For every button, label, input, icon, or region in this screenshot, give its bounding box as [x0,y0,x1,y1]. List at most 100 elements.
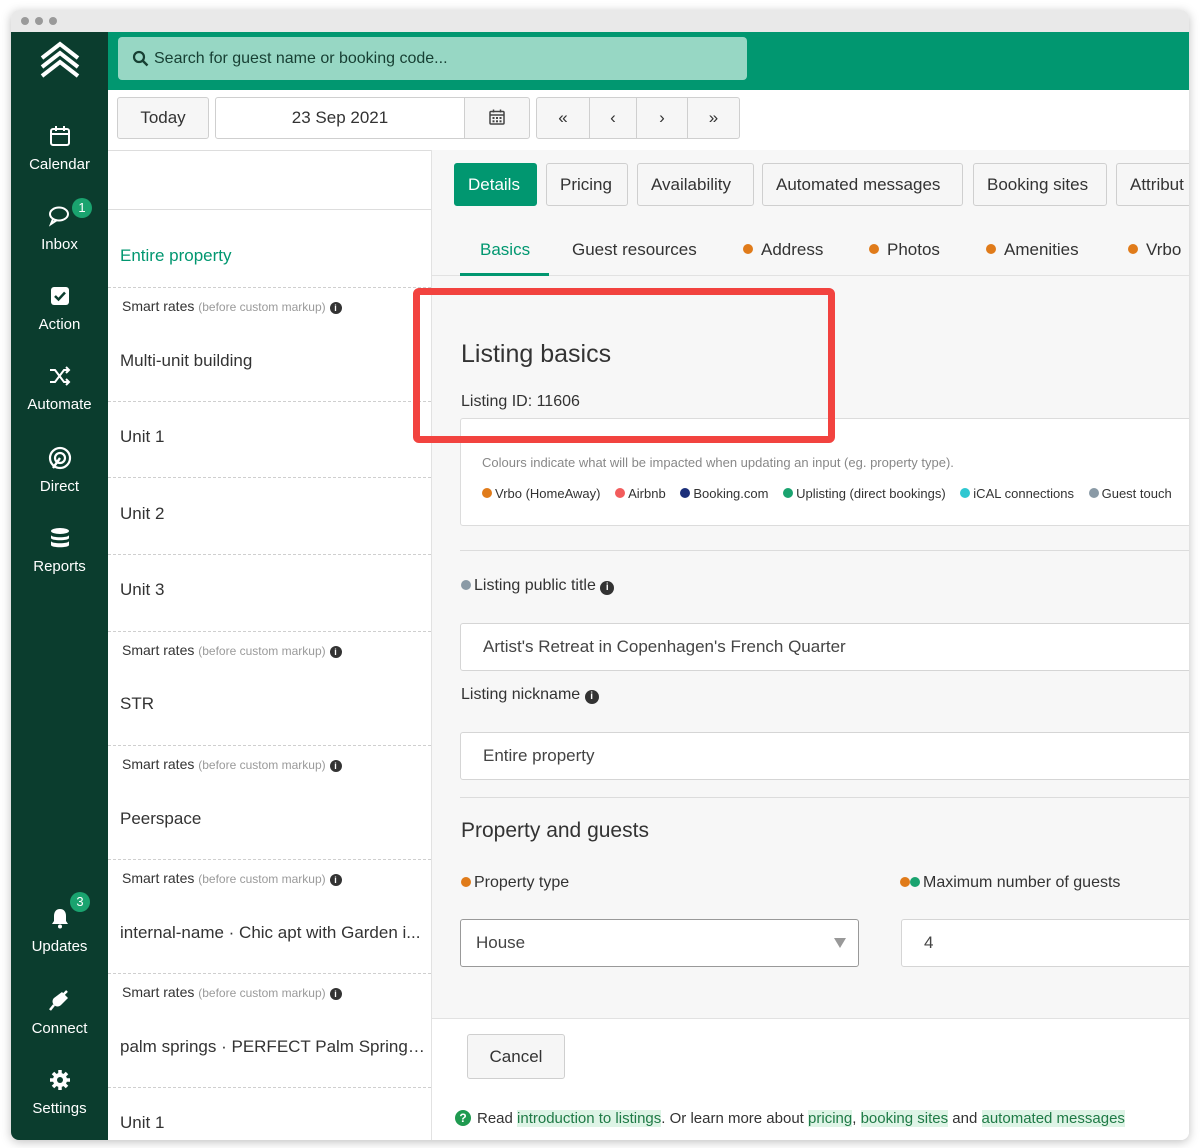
legend-items: Vrbo (HomeAway) Airbnb Booking.com Uplis… [482,486,1183,501]
plug-icon [48,990,68,1011]
smart-rates-row[interactable]: Smart rates (before custom markup) i [108,859,431,895]
pricing-link[interactable]: pricing [808,1110,853,1127]
divider [108,401,431,402]
list-item[interactable]: Multi-unit building [108,346,431,376]
subtab-label: Vrbo [1146,240,1182,259]
subtab-photos[interactable]: Photos [869,240,940,260]
help-icon: ? [455,1110,471,1126]
listing-detail-panel: Details Pricing Availability Automated m… [431,150,1189,1140]
sidebar-item-settings[interactable]: Settings [11,1068,108,1117]
sidebar-item-connect[interactable]: Connect [11,988,108,1037]
intro-link[interactable]: introduction to listings [517,1110,662,1127]
smart-rates-note: (before custom markup) [198,758,326,772]
legend-item: Vrbo (HomeAway) [482,486,600,501]
tab-details[interactable]: Details [454,163,537,206]
subtab-label: Amenities [1004,240,1079,259]
tab-pricing[interactable]: Pricing [546,163,628,206]
max-guests-field[interactable]: 4 [901,919,1189,967]
chevron-down-icon [834,938,846,948]
automated-messages-link[interactable]: automated messages [981,1110,1125,1127]
inbox-count-badge: 1 [72,198,92,218]
sidebar-item-calendar[interactable]: Calendar [11,124,108,173]
sidebar-item-label: Inbox [41,236,78,253]
sidebar-item-label: Automate [27,396,92,413]
window-titlebar [11,10,1189,32]
nickname-field[interactable]: Entire property [460,732,1189,780]
search-placeholder: Search for guest name or booking code... [154,50,448,67]
smart-rates-note: (before custom markup) [198,986,326,1000]
sidebar-item-automate[interactable]: Automate [11,364,108,413]
smart-rates-row[interactable]: Smart rates (before custom markup) i [108,973,431,1009]
list-item[interactable]: Peerspace [108,804,431,834]
help-prefix: Read [477,1110,513,1127]
sidebar-item-inbox[interactable]: Inbox 1 [11,198,108,253]
help-and: and [952,1110,978,1127]
subtab-amenities[interactable]: Amenities [986,240,1079,260]
updates-count-badge: 3 [70,892,90,912]
sidebar-item-updates[interactable]: Updates 3 [11,892,108,955]
sidebar-item-label: Direct [39,478,80,495]
legend-label: Uplisting (direct bookings) [796,486,946,501]
list-item[interactable]: STR [108,689,431,719]
sidebar-item-direct[interactable]: Direct [11,446,108,495]
sidebar-item-action[interactable]: Action [11,284,108,333]
cancel-button[interactable]: Cancel [467,1034,565,1079]
first-page-button[interactable]: « [536,97,590,139]
legend-dot [680,488,691,498]
max-guests-label: Maximum number of guests [900,874,1120,892]
public-title-field[interactable]: Artist's Retreat in Copenhagen's French … [460,623,1189,671]
divider [108,209,431,210]
status-dot [986,244,996,254]
status-dot [461,580,471,590]
legend-dot [615,488,626,498]
legend-item: Booking.com [680,486,768,501]
last-page-button[interactable]: » [687,97,740,139]
legend-dot [783,488,794,498]
property-type-select[interactable]: House [460,919,859,967]
divider [108,1087,431,1088]
logo-icon[interactable] [39,40,81,80]
search-input[interactable]: Search for guest name or booking code... [118,37,747,80]
date-picker-button[interactable] [464,97,530,139]
app-window: Calendar Inbox 1 Action Automate Direct … [11,10,1189,1140]
select-value: House [476,933,526,952]
booking-sites-link[interactable]: booking sites [860,1110,949,1127]
subtab-address[interactable]: Address [743,240,823,260]
public-title-label: Listing public title i [461,577,615,595]
help-mid: . Or learn more about [661,1110,804,1127]
entire-property-link[interactable]: Entire property [108,241,431,271]
list-item[interactable]: Unit 2 [108,499,431,529]
section-title: Property and guests [461,819,649,842]
prev-button[interactable]: ‹ [589,97,637,139]
date-input[interactable]: 23 Sep 2021 [215,97,465,139]
today-button[interactable]: Today [117,97,209,139]
list-item[interactable]: Unit 1 [108,1108,431,1138]
smart-rates-row[interactable]: Smart rates (before custom markup) i [108,745,431,781]
tab-booking-sites[interactable]: Booking sites [973,163,1107,206]
next-button[interactable]: › [636,97,688,139]
tab-automated-messages[interactable]: Automated messages [762,163,963,206]
smart-rates-label: Smart rates [122,642,195,658]
sidebar-item-label: Updates [31,938,88,955]
subtab-guest-resources[interactable]: Guest resources [572,240,697,260]
list-item[interactable]: internal-name · Chic apt with Garden i..… [108,918,426,948]
list-item[interactable]: Unit 3 [108,575,431,605]
smart-rates-row[interactable]: Smart rates (before custom markup) i [108,631,431,667]
sidebar-item-reports[interactable]: Reports [11,526,108,575]
shuffle-icon [49,366,70,386]
sidebar-item-label: Settings [32,1100,87,1117]
status-dot [869,244,879,254]
status-dot [461,877,471,887]
legend-item: Guest touch [1088,486,1172,501]
subtab-vrbo[interactable]: Vrbo [1128,240,1181,260]
property-type-label: Property type [461,874,569,892]
tab-attributes[interactable]: Attribut [1116,163,1189,206]
smart-rates-row[interactable]: Smart rates (before custom markup) i [108,287,431,323]
listing-column: Entire property Smart rates (before cust… [108,150,431,1140]
subtab-basics[interactable]: Basics [480,240,530,260]
tab-availability[interactable]: Availability [637,163,754,206]
subtab-label: Guest resources [572,240,697,259]
list-item[interactable]: palm springs · PERFECT Palm Springs ... [108,1032,426,1062]
list-item[interactable]: Unit 1 [108,422,431,452]
status-dot [743,244,753,254]
